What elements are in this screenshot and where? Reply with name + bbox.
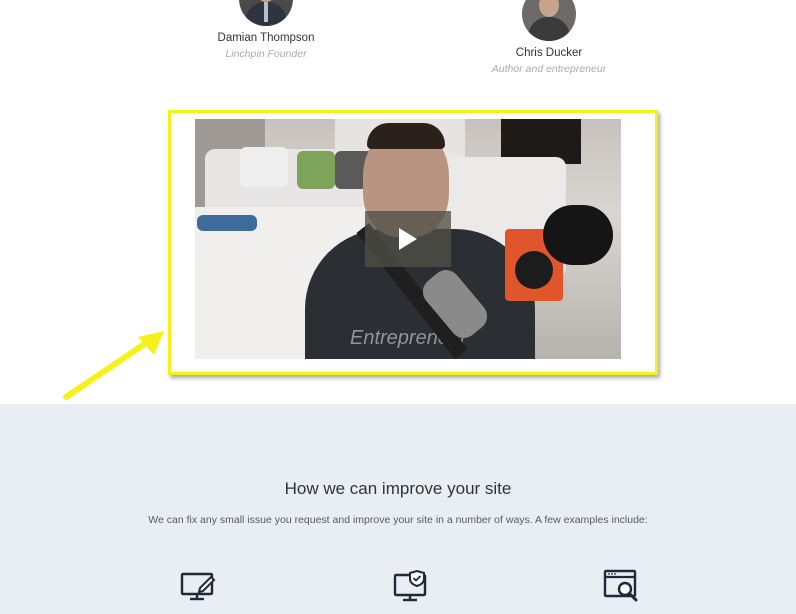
team-member-name: Chris Ducker [515, 47, 583, 59]
team-member-name: Damian Thompson [217, 32, 315, 44]
monitor-shield-icon [393, 569, 427, 602]
avatar [239, 0, 293, 26]
section-description: We can fix any small issue you request a… [148, 514, 648, 526]
video-player[interactable]: Entrepreneur [195, 119, 621, 359]
improve-section: How we can improve your site We can fix … [0, 404, 796, 614]
team-member-role: Linchpin Founder [225, 48, 307, 60]
monitor-edit-icon [180, 572, 216, 601]
team-member-chris: Chris Ducker Author and entrepreneur [449, 0, 649, 75]
video-highlight-frame: Entrepreneur [168, 110, 658, 375]
section-title: How we can improve your site [284, 479, 512, 498]
play-icon[interactable] [365, 211, 451, 267]
team-member-role: Author and entrepreneur [491, 63, 607, 75]
team-member-damian: Damian Thompson Linchpin Founder [166, 0, 366, 60]
annotation-arrow-icon [63, 331, 164, 400]
browser-search-icon [603, 569, 638, 602]
avatar [522, 0, 576, 41]
